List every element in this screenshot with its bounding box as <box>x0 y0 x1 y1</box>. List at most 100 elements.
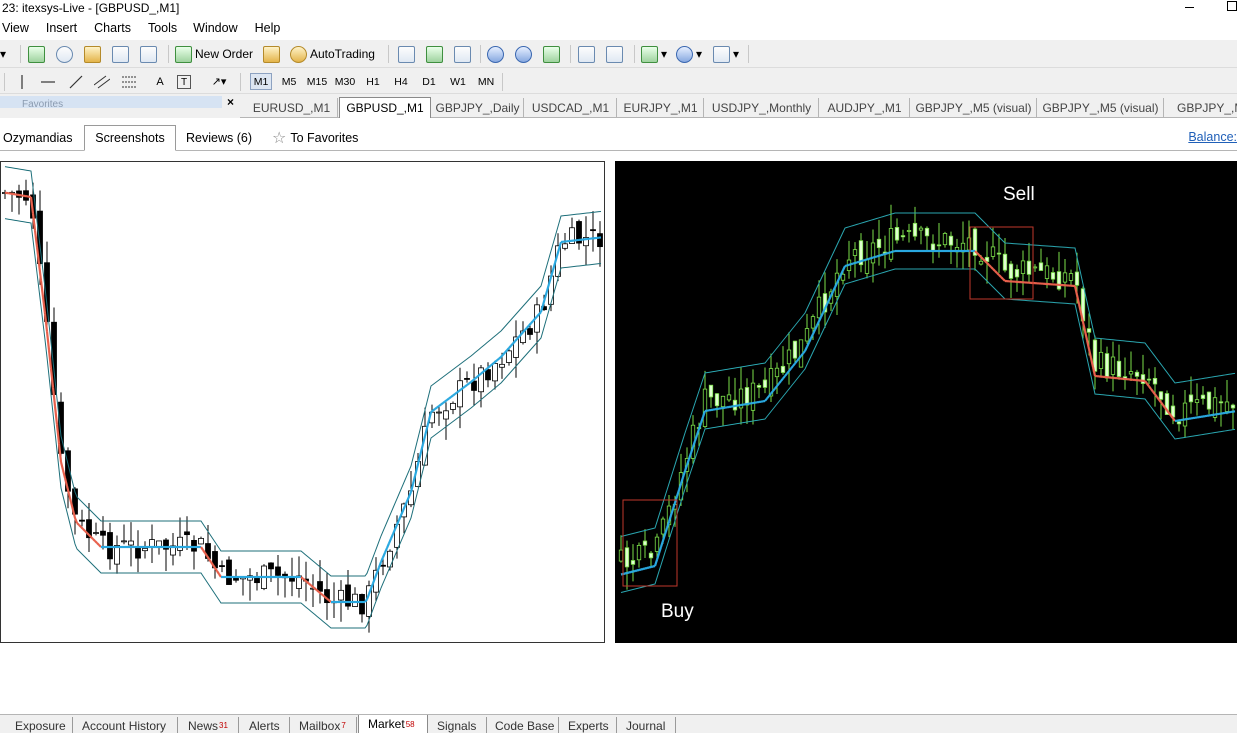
chart-tab-gbpusd-m1[interactable]: GBPUSD_,M1 <box>339 97 431 118</box>
candle-body <box>1194 399 1200 403</box>
chart-tab-eurusd-m1[interactable]: EURUSD_,M1 <box>246 98 338 117</box>
bar-chart-icon[interactable] <box>398 44 418 64</box>
auto-scroll-icon[interactable] <box>578 44 598 64</box>
chart-shift-icon[interactable] <box>606 44 626 64</box>
menu-view[interactable]: View <box>2 18 29 38</box>
fibonacci-icon[interactable] <box>120 73 140 90</box>
timeframe-m15[interactable]: M15 <box>305 73 329 90</box>
vertical-line-icon[interactable] <box>12 73 32 90</box>
crosshair-icon[interactable] <box>56 44 76 64</box>
terminal-tab-code-base[interactable]: Code Base <box>488 717 559 733</box>
timeframe-m1[interactable]: M1 <box>250 73 272 90</box>
candle-body <box>876 238 882 249</box>
navigator-favorites-tab[interactable]: Favorites <box>22 99 63 110</box>
menu-window[interactable]: Window <box>193 18 237 38</box>
menu-tools[interactable]: Tools <box>148 18 177 38</box>
timeframe-h4[interactable]: H4 <box>390 73 412 90</box>
trend-line-segment <box>862 258 866 262</box>
screenshot-1[interactable] <box>0 161 605 643</box>
candle-body <box>1008 263 1014 279</box>
chart-tab-eurjpy-m1[interactable]: EURJPY_,M1 <box>618 98 704 117</box>
trend-line-segment <box>998 274 1002 278</box>
terminal-tab-alerts[interactable]: Alerts <box>240 717 290 733</box>
candle-body <box>744 387 750 406</box>
market-watch-icon[interactable] <box>28 44 48 64</box>
text-label-icon[interactable]: T <box>177 75 191 89</box>
trend-line-segment <box>326 597 330 602</box>
trend-line-segment <box>774 385 778 390</box>
candle-body <box>149 539 155 548</box>
tile-windows-icon[interactable] <box>543 44 563 64</box>
timeframe-m30[interactable]: M30 <box>333 73 357 90</box>
text-tool-icon[interactable]: A <box>150 73 170 90</box>
arrows-dropdown-icon[interactable]: ↗▾ <box>204 73 234 90</box>
trend-line-segment <box>486 366 490 370</box>
terminal-tab-account-history[interactable]: Account History <box>74 717 178 733</box>
mailbox-count-badge: 7 <box>341 721 346 730</box>
to-favorites-button[interactable]: ☆ To Favorites <box>272 125 358 151</box>
terminal-tab-experts[interactable]: Experts <box>560 717 617 733</box>
trend-line-segment <box>218 573 222 578</box>
chart-tab-gbpjpy-m5-visual-2[interactable]: GBPJPY_,M5 (visual) <box>1038 98 1164 117</box>
screenshot-2[interactable]: Sell Buy <box>615 161 1237 643</box>
trend-line-segment <box>992 268 996 272</box>
autotrading-button[interactable]: AutoTrading <box>290 44 375 64</box>
line-chart-icon[interactable] <box>454 44 474 64</box>
trend-line-segment <box>820 312 824 318</box>
chart-tab-gbpjpy-m5-visual-1[interactable]: GBPJPY_,M5 (visual) <box>911 98 1037 117</box>
trend-line-segment <box>472 377 476 382</box>
trend-line-segment <box>1087 348 1093 359</box>
trend-line-segment <box>693 434 699 442</box>
zoom-out-icon[interactable] <box>515 44 535 64</box>
strategy-tester-icon[interactable] <box>140 44 160 64</box>
periods-clock-icon[interactable]: ▾ <box>676 44 702 64</box>
dropdown-arrow-icon[interactable]: ▾ <box>0 44 6 64</box>
close-icon[interactable]: × <box>227 95 234 109</box>
chart-tab-gbpjpy-m5[interactable]: GBPJPY_,M5 <box>1165 98 1237 117</box>
trend-line-segment <box>782 375 786 380</box>
equidistant-channel-icon[interactable] <box>92 73 112 90</box>
templates-icon[interactable]: ▾ <box>713 44 739 64</box>
candle-body <box>499 363 505 368</box>
trend-line-segment <box>882 252 886 256</box>
chart-tab-usdcad-m1[interactable]: USDCAD_,M1 <box>525 98 617 117</box>
trend-line-segment <box>61 469 67 479</box>
favorites-folder-icon[interactable] <box>84 44 104 64</box>
zoom-in-icon[interactable] <box>487 44 507 64</box>
terminal-tab-signals[interactable]: Signals <box>429 717 487 733</box>
maximize-icon[interactable] <box>1222 0 1237 14</box>
chart-tab-gbpjpy-daily[interactable]: GBPJPY_,Daily <box>432 98 524 117</box>
terminal-tab-news[interactable]: News 31 <box>179 717 239 733</box>
horizontal-line-icon[interactable] <box>38 73 58 90</box>
navigator-icon[interactable] <box>112 44 132 64</box>
chart-tab-audjpy-m1[interactable]: AUDJPY_,M1 <box>820 98 910 117</box>
minimize-icon[interactable] <box>1180 0 1200 14</box>
timeframe-h1[interactable]: H1 <box>362 73 384 90</box>
indicators-icon[interactable]: ▾ <box>641 44 667 64</box>
timeframe-d1[interactable]: D1 <box>418 73 440 90</box>
menu-insert[interactable]: Insert <box>46 18 77 38</box>
menu-charts[interactable]: Charts <box>94 18 131 38</box>
trend-line-segment <box>94 540 98 544</box>
trend-line-segment <box>59 461 65 471</box>
terminal-tab-mailbox[interactable]: Mailbox 7 <box>291 717 357 733</box>
terminal-tab-journal[interactable]: Journal <box>618 717 676 733</box>
trendline-icon[interactable] <box>66 73 86 90</box>
chart-tab-usdjpy-monthly[interactable]: USDJPY_,Monthly <box>705 98 819 117</box>
product-name-tab[interactable]: Ozymandias <box>3 125 72 151</box>
candlestick-chart-icon[interactable] <box>426 44 446 64</box>
metaeditor-icon[interactable] <box>263 44 283 64</box>
timeframe-mn[interactable]: MN <box>474 73 498 90</box>
reviews-tab[interactable]: Reviews (6) <box>186 125 252 151</box>
trend-line-segment <box>96 542 100 546</box>
timeframe-w1[interactable]: W1 <box>446 73 470 90</box>
trend-line-segment <box>832 286 836 292</box>
terminal-tab-exposure[interactable]: Exposure <box>5 717 73 733</box>
new-order-button[interactable]: New Order <box>175 44 253 64</box>
screenshots-tab[interactable]: Screenshots <box>84 125 176 151</box>
terminal-tab-market[interactable]: Market 58 <box>358 715 428 733</box>
timeframe-m5[interactable]: M5 <box>278 73 300 90</box>
trend-line-segment <box>306 581 310 585</box>
balance-link[interactable]: Balance: <box>1188 130 1237 144</box>
menu-help[interactable]: Help <box>255 18 281 38</box>
